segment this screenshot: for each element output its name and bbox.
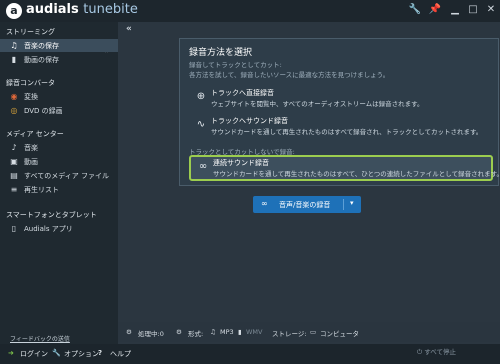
storage-value[interactable]: コンピュータ <box>320 328 359 338</box>
sidebar-item-movie[interactable]: ▣ 動画 <box>0 155 118 168</box>
record-audio-button[interactable]: ∞ 音声/音楽の録音 ▾ <box>253 196 361 213</box>
video-icon: ▮ <box>11 55 17 64</box>
music-note-icon: ♫ <box>10 41 18 50</box>
infinity-icon: ∞ <box>261 199 268 208</box>
options-icon: 🔧 <box>52 349 61 357</box>
stop-icon: ⏻ <box>417 348 423 356</box>
help-button[interactable]: ヘルプ <box>110 349 131 359</box>
video-icon: ▮ <box>238 328 242 336</box>
infinity-icon: ∞ <box>198 161 208 172</box>
popup-description: 各方法を試して、録音したいソースに最適な方法を見つけましょう。 <box>189 71 390 79</box>
sidebar-item-dvd[interactable]: ◎ DVD の録画 <box>0 104 118 117</box>
recording-method-popup: 録音方法を選択 録音してトラックとしてカット: 各方法を試して、録音したいソース… <box>179 38 500 186</box>
music-icon: ♪ <box>11 143 17 152</box>
phone-icon: ▯ <box>11 224 17 233</box>
option-sound-record[interactable]: ∿ トラックへサウンド録音 サウンドカードを通して再生されたものはすべて録音され… <box>189 115 489 137</box>
login-button[interactable]: ログイン <box>20 349 48 359</box>
movie-icon: ▣ <box>10 157 18 166</box>
sidebar-section-streaming: ストリーミング <box>6 28 55 36</box>
stop-all-button[interactable]: ⏻ すべて停止 <box>417 346 456 357</box>
title-bar: a audials tunebite 🔧 📌 ▁ □ ✕ <box>0 0 500 22</box>
minimize-icon[interactable]: ▁ <box>448 3 462 17</box>
format-icon: ⚙ <box>176 328 182 336</box>
format-mp3[interactable]: MP3 <box>220 328 234 336</box>
sidebar-item-all-media[interactable]: ▤ すべてのメディア ファイル <box>0 169 118 182</box>
sidebar-item-playlist[interactable]: ≡ 再生リスト <box>0 183 118 196</box>
format-label: 形式: <box>188 330 204 338</box>
status-bar: ⚙ 処理中:0 ⚙ 形式: ♫ MP3 ▮ WMV ストレージ: ▭ コンピュー… <box>118 322 500 342</box>
computer-icon: ▭ <box>310 328 317 336</box>
music-icon: ♫ <box>210 328 216 336</box>
sidebar-item-save-music[interactable]: ♫ 音楽の保存 <box>0 39 123 52</box>
pin-icon[interactable]: 📌 <box>428 3 442 17</box>
sidebar-item-audials-app[interactable]: ▯ Audials アプリ <box>0 222 118 235</box>
login-icon: ➜ <box>8 349 14 357</box>
popup-subtitle: 録音してトラックとしてカット: <box>189 61 282 69</box>
sidebar-section-converter: 録音コンバータ <box>6 79 55 87</box>
close-icon[interactable]: ✕ <box>484 3 498 17</box>
sidebar-section-smartphone: スマートフォンとタブレット <box>6 211 97 219</box>
options-button[interactable]: オプション <box>64 349 99 359</box>
sidebar-item-music[interactable]: ♪ 音楽 <box>0 141 118 154</box>
wrench-icon[interactable]: 🔧 <box>408 3 422 17</box>
convert-icon: ◉ <box>10 92 18 101</box>
sidebar: « ストリーミング ♫音楽の保存 ▮動画の保存 録音コンバータ ◉変換 ◎DVD… <box>0 22 123 344</box>
option-continuous-record[interactable]: ∞ 連続サウンド録音 サウンドカードを通して再生されたものはすべて、ひとつの連続… <box>189 155 500 181</box>
chevron-down-icon[interactable]: ▾ <box>343 199 354 210</box>
help-icon: ? <box>98 349 103 357</box>
sidebar-item-convert[interactable]: ◉ 変換 <box>0 90 118 103</box>
feedback-link[interactable]: フィードバックの送信 <box>10 334 70 343</box>
maximize-icon[interactable]: □ <box>466 3 480 17</box>
processing-status: 処理中:0 <box>138 330 164 338</box>
waveform-icon: ∿ <box>196 119 206 130</box>
app-brand: audials tunebite <box>26 2 138 17</box>
globe-icon: ⊕ <box>196 91 206 102</box>
collapse-panel-icon[interactable]: « <box>126 24 132 34</box>
playlist-icon: ≡ <box>10 185 18 194</box>
audials-logo-icon: a <box>6 3 22 19</box>
files-icon: ▤ <box>10 171 18 180</box>
storage-label: ストレージ: <box>272 330 307 338</box>
dvd-icon: ◎ <box>10 106 18 115</box>
option-direct-record[interactable]: ⊕ トラックへ直接録音 ウェブサイトを閲覧中、すべてのオーディオストリームは録音… <box>189 87 489 109</box>
sidebar-item-save-video[interactable]: ▮ 動画の保存 <box>0 53 118 66</box>
popup-title: 録音方法を選択 <box>189 48 253 58</box>
gear-icon[interactable]: ⚙ <box>126 328 132 336</box>
sidebar-section-media-center: メディア センター <box>6 130 64 138</box>
format-wmv[interactable]: WMV <box>246 328 262 336</box>
